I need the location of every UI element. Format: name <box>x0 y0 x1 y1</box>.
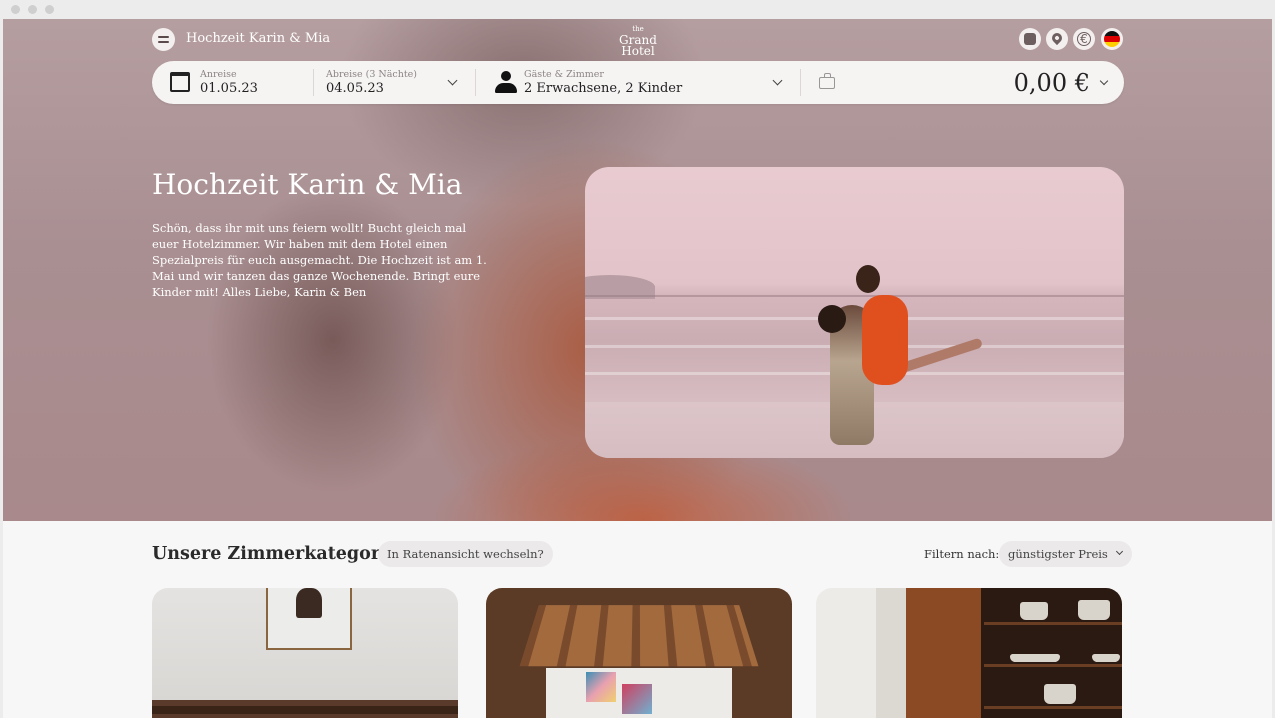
gallery-button[interactable] <box>1019 28 1041 50</box>
logo-line-3: Hotel <box>621 44 655 58</box>
hero-description: Schön, dass ihr mit uns feiern wollt! Bu… <box>152 221 487 299</box>
guests-label: Gäste & Zimmer <box>524 69 604 80</box>
currency-button[interactable]: € <box>1073 28 1095 50</box>
room-card[interactable] <box>486 588 792 718</box>
section-title: Unsere Zimmerkategorien <box>152 544 411 564</box>
euro-currency-icon <box>1077 32 1091 46</box>
guests-value[interactable]: 2 Erwachsene, 2 Kinder <box>524 81 682 96</box>
menu-button[interactable] <box>152 28 175 51</box>
room-photo-bed <box>152 706 458 714</box>
location-pin-icon <box>1049 30 1065 46</box>
room-card[interactable] <box>152 588 458 718</box>
room-photo-shelf <box>984 622 1122 625</box>
total-price[interactable]: 0,00 € <box>1014 69 1090 97</box>
rate-view-button[interactable]: In Ratenansicht wechseln? <box>378 541 553 567</box>
filter-select[interactable]: günstigster Preis <box>999 541 1132 567</box>
room-photo-bowl <box>1010 654 1060 662</box>
hamburger-icon-line <box>158 41 169 43</box>
hamburger-icon <box>158 36 169 38</box>
room-photo-art <box>586 672 616 702</box>
room-photo-ceiling <box>519 605 759 667</box>
window-zoom-dot[interactable] <box>45 5 54 14</box>
window-close-dot[interactable] <box>11 5 20 14</box>
window-chrome <box>0 0 1275 19</box>
german-flag-icon <box>1104 31 1120 47</box>
room-photo-bowl <box>1020 602 1048 620</box>
gallery-icon <box>1024 33 1036 45</box>
chevron-down-icon[interactable] <box>1099 76 1109 86</box>
room-photo-shelf <box>984 664 1122 667</box>
chevron-down-icon[interactable] <box>447 75 458 86</box>
calendar-icon[interactable] <box>170 72 190 92</box>
room-photo-bowl <box>1044 684 1076 704</box>
event-title: Hochzeit Karin & Mia <box>186 31 331 46</box>
divider <box>313 69 314 96</box>
room-photo-art <box>622 684 652 714</box>
window-minimize-dot[interactable] <box>28 5 37 14</box>
suitcase-icon <box>819 73 835 89</box>
location-button[interactable] <box>1046 28 1068 50</box>
departure-date[interactable]: 04.05.23 <box>326 81 384 96</box>
booking-bar: Anreise 01.05.23 Abreise (3 Nächte) 04.0… <box>152 61 1124 104</box>
hero-title: Hochzeit Karin & Mia <box>152 168 463 201</box>
departure-label: Abreise (3 Nächte) <box>326 69 417 80</box>
room-photo-bowl <box>1092 654 1120 662</box>
filter-label: Filtern nach: <box>924 547 1000 561</box>
hotel-logo[interactable]: the Grand Hotel <box>606 24 670 57</box>
couple-figure <box>800 265 1000 458</box>
arrival-date[interactable]: 01.05.23 <box>200 81 258 96</box>
room-photo-shelf <box>984 706 1122 709</box>
language-button[interactable] <box>1101 28 1123 50</box>
room-photo-bowl <box>1078 600 1110 620</box>
room-photo-frame <box>266 588 352 650</box>
person-icon <box>495 71 517 95</box>
chevron-down-icon <box>1115 547 1123 556</box>
divider <box>800 69 801 96</box>
divider <box>475 69 476 96</box>
filter-value: günstigster Preis <box>1008 547 1108 561</box>
room-card[interactable] <box>816 588 1122 718</box>
chevron-down-icon[interactable] <box>772 75 783 86</box>
arrival-label: Anreise <box>200 69 237 80</box>
hero-photo <box>585 167 1124 458</box>
